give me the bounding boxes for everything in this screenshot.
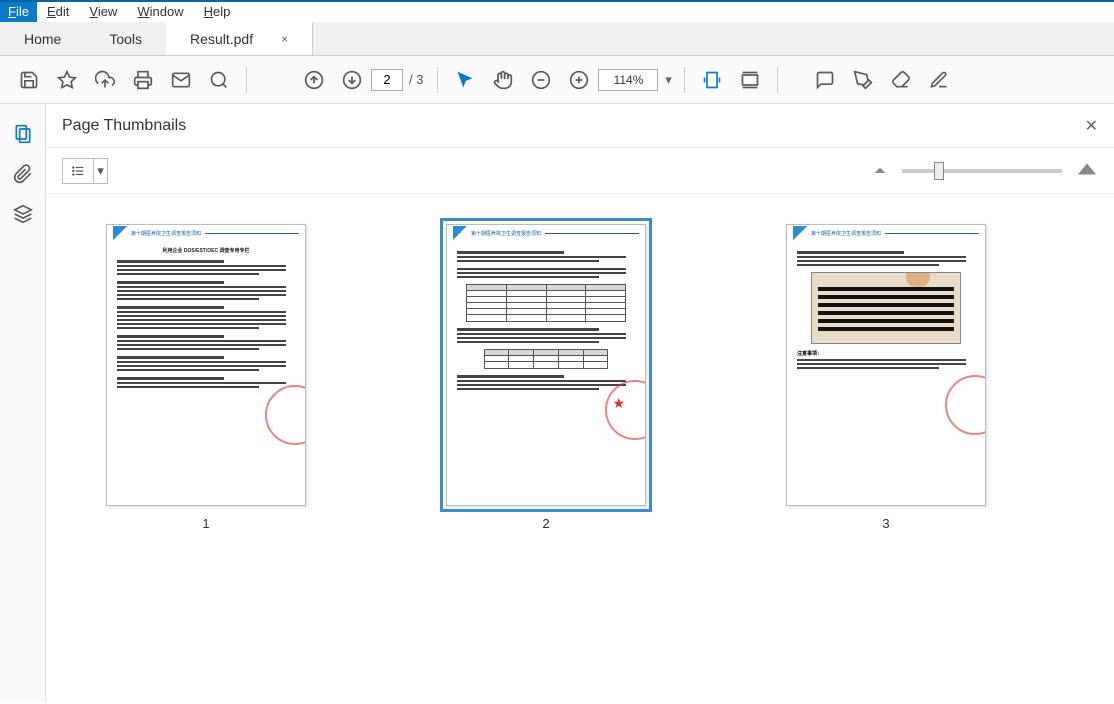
- save-icon[interactable]: [10, 62, 48, 98]
- thumbnail-label: 2: [542, 516, 549, 531]
- thumbnail-page-2[interactable]: 第十期医养院卫生调查报告须知: [446, 224, 646, 672]
- zoom-value[interactable]: 114%: [598, 69, 658, 91]
- tab-close-button[interactable]: ×: [281, 32, 288, 46]
- page-header: 第十期医养院卫生调查报告须知: [787, 225, 985, 241]
- stamp-icon: [945, 375, 986, 435]
- fit-width-icon[interactable]: [693, 62, 731, 98]
- fit-page-icon[interactable]: [731, 62, 769, 98]
- toolbar-separator: [437, 67, 438, 93]
- zoom-dropdown-icon[interactable]: ▾: [660, 69, 676, 91]
- panel-toolbar: ▾: [46, 148, 1114, 194]
- toolbar-separator: [684, 67, 685, 93]
- tab-document-label: Result.pdf: [190, 31, 253, 47]
- toolbar-separator: [246, 67, 247, 93]
- layers-rail-icon[interactable]: [4, 194, 42, 234]
- zoom-out-icon[interactable]: [522, 62, 560, 98]
- tab-tools[interactable]: Tools: [85, 22, 166, 55]
- page1-title: 利用企业 DOS/EST/OEC 调查专用专栏: [117, 247, 295, 254]
- comment-icon[interactable]: [806, 62, 844, 98]
- thumbnail-label: 1: [202, 516, 209, 531]
- sign-icon[interactable]: [920, 62, 958, 98]
- options-dropdown-icon[interactable]: ▾: [94, 158, 108, 184]
- page-down-icon[interactable]: [333, 62, 371, 98]
- thumbnail-page-3[interactable]: 第十期医养院卫生调查报告须知 注意事项：: [786, 224, 986, 672]
- menu-bar: FFileile EditEdit ViewView WindowWindow …: [0, 0, 1114, 22]
- page-header: 第十期医养院卫生调查报告须知: [107, 225, 305, 241]
- tab-strip: Home Tools Result.pdf ×: [0, 22, 1114, 56]
- page2-table2: [484, 349, 609, 369]
- page-header: 第十期医养院卫生调查报告须知: [447, 225, 645, 241]
- page2-table1: [466, 284, 626, 322]
- options-button[interactable]: [62, 158, 94, 184]
- menu-file[interactable]: FFileile: [0, 2, 37, 22]
- menu-view[interactable]: ViewView: [79, 2, 127, 22]
- left-rail: [0, 104, 46, 702]
- print-icon[interactable]: [124, 62, 162, 98]
- thumbnails-rail-icon[interactable]: [4, 114, 42, 154]
- thumbnail-page-1[interactable]: 第十期医养院卫生调查报告须知 利用企业 DOS/EST/OEC 调查专用专栏 1: [106, 224, 306, 672]
- mail-icon[interactable]: [162, 62, 200, 98]
- panel-title: Page Thumbnails: [62, 117, 186, 135]
- main-toolbar: / 3 114% ▾: [0, 56, 1114, 104]
- zoom-in-icon[interactable]: [560, 62, 598, 98]
- slider-thumb[interactable]: [934, 162, 944, 180]
- erase-icon[interactable]: [882, 62, 920, 98]
- hand-tool-icon[interactable]: [484, 62, 522, 98]
- menu-edit[interactable]: EditEdit: [37, 2, 79, 22]
- page-total-label: / 3: [409, 72, 423, 87]
- thumbnails-area: 第十期医养院卫生调查报告须知 利用企业 DOS/EST/OEC 调查专用专栏 1: [46, 194, 1114, 702]
- menu-help[interactable]: HelpHelp: [194, 2, 241, 22]
- thumbnails-panel: Page Thumbnails ✕ ▾ 第十期医养院卫生调查报告须知: [46, 104, 1114, 702]
- zoom-small-icon[interactable]: [872, 163, 888, 178]
- panel-close-icon[interactable]: ✕: [1085, 116, 1098, 136]
- cloud-upload-icon[interactable]: [86, 62, 124, 98]
- tab-home[interactable]: Home: [0, 22, 85, 55]
- star-icon[interactable]: [48, 62, 86, 98]
- tab-document[interactable]: Result.pdf ×: [166, 22, 313, 55]
- menu-window[interactable]: WindowWindow: [127, 2, 193, 22]
- highlight-icon[interactable]: [844, 62, 882, 98]
- page-up-icon[interactable]: [295, 62, 333, 98]
- toolbar-separator: [777, 67, 778, 93]
- page-number-input[interactable]: [371, 69, 403, 91]
- thumbnail-size-slider[interactable]: [902, 169, 1062, 173]
- attachments-rail-icon[interactable]: [4, 154, 42, 194]
- page3-photo: [811, 272, 961, 344]
- zoom-large-icon[interactable]: [1076, 161, 1098, 180]
- search-icon[interactable]: [200, 62, 238, 98]
- select-tool-icon[interactable]: [446, 62, 484, 98]
- thumbnail-label: 3: [882, 516, 889, 531]
